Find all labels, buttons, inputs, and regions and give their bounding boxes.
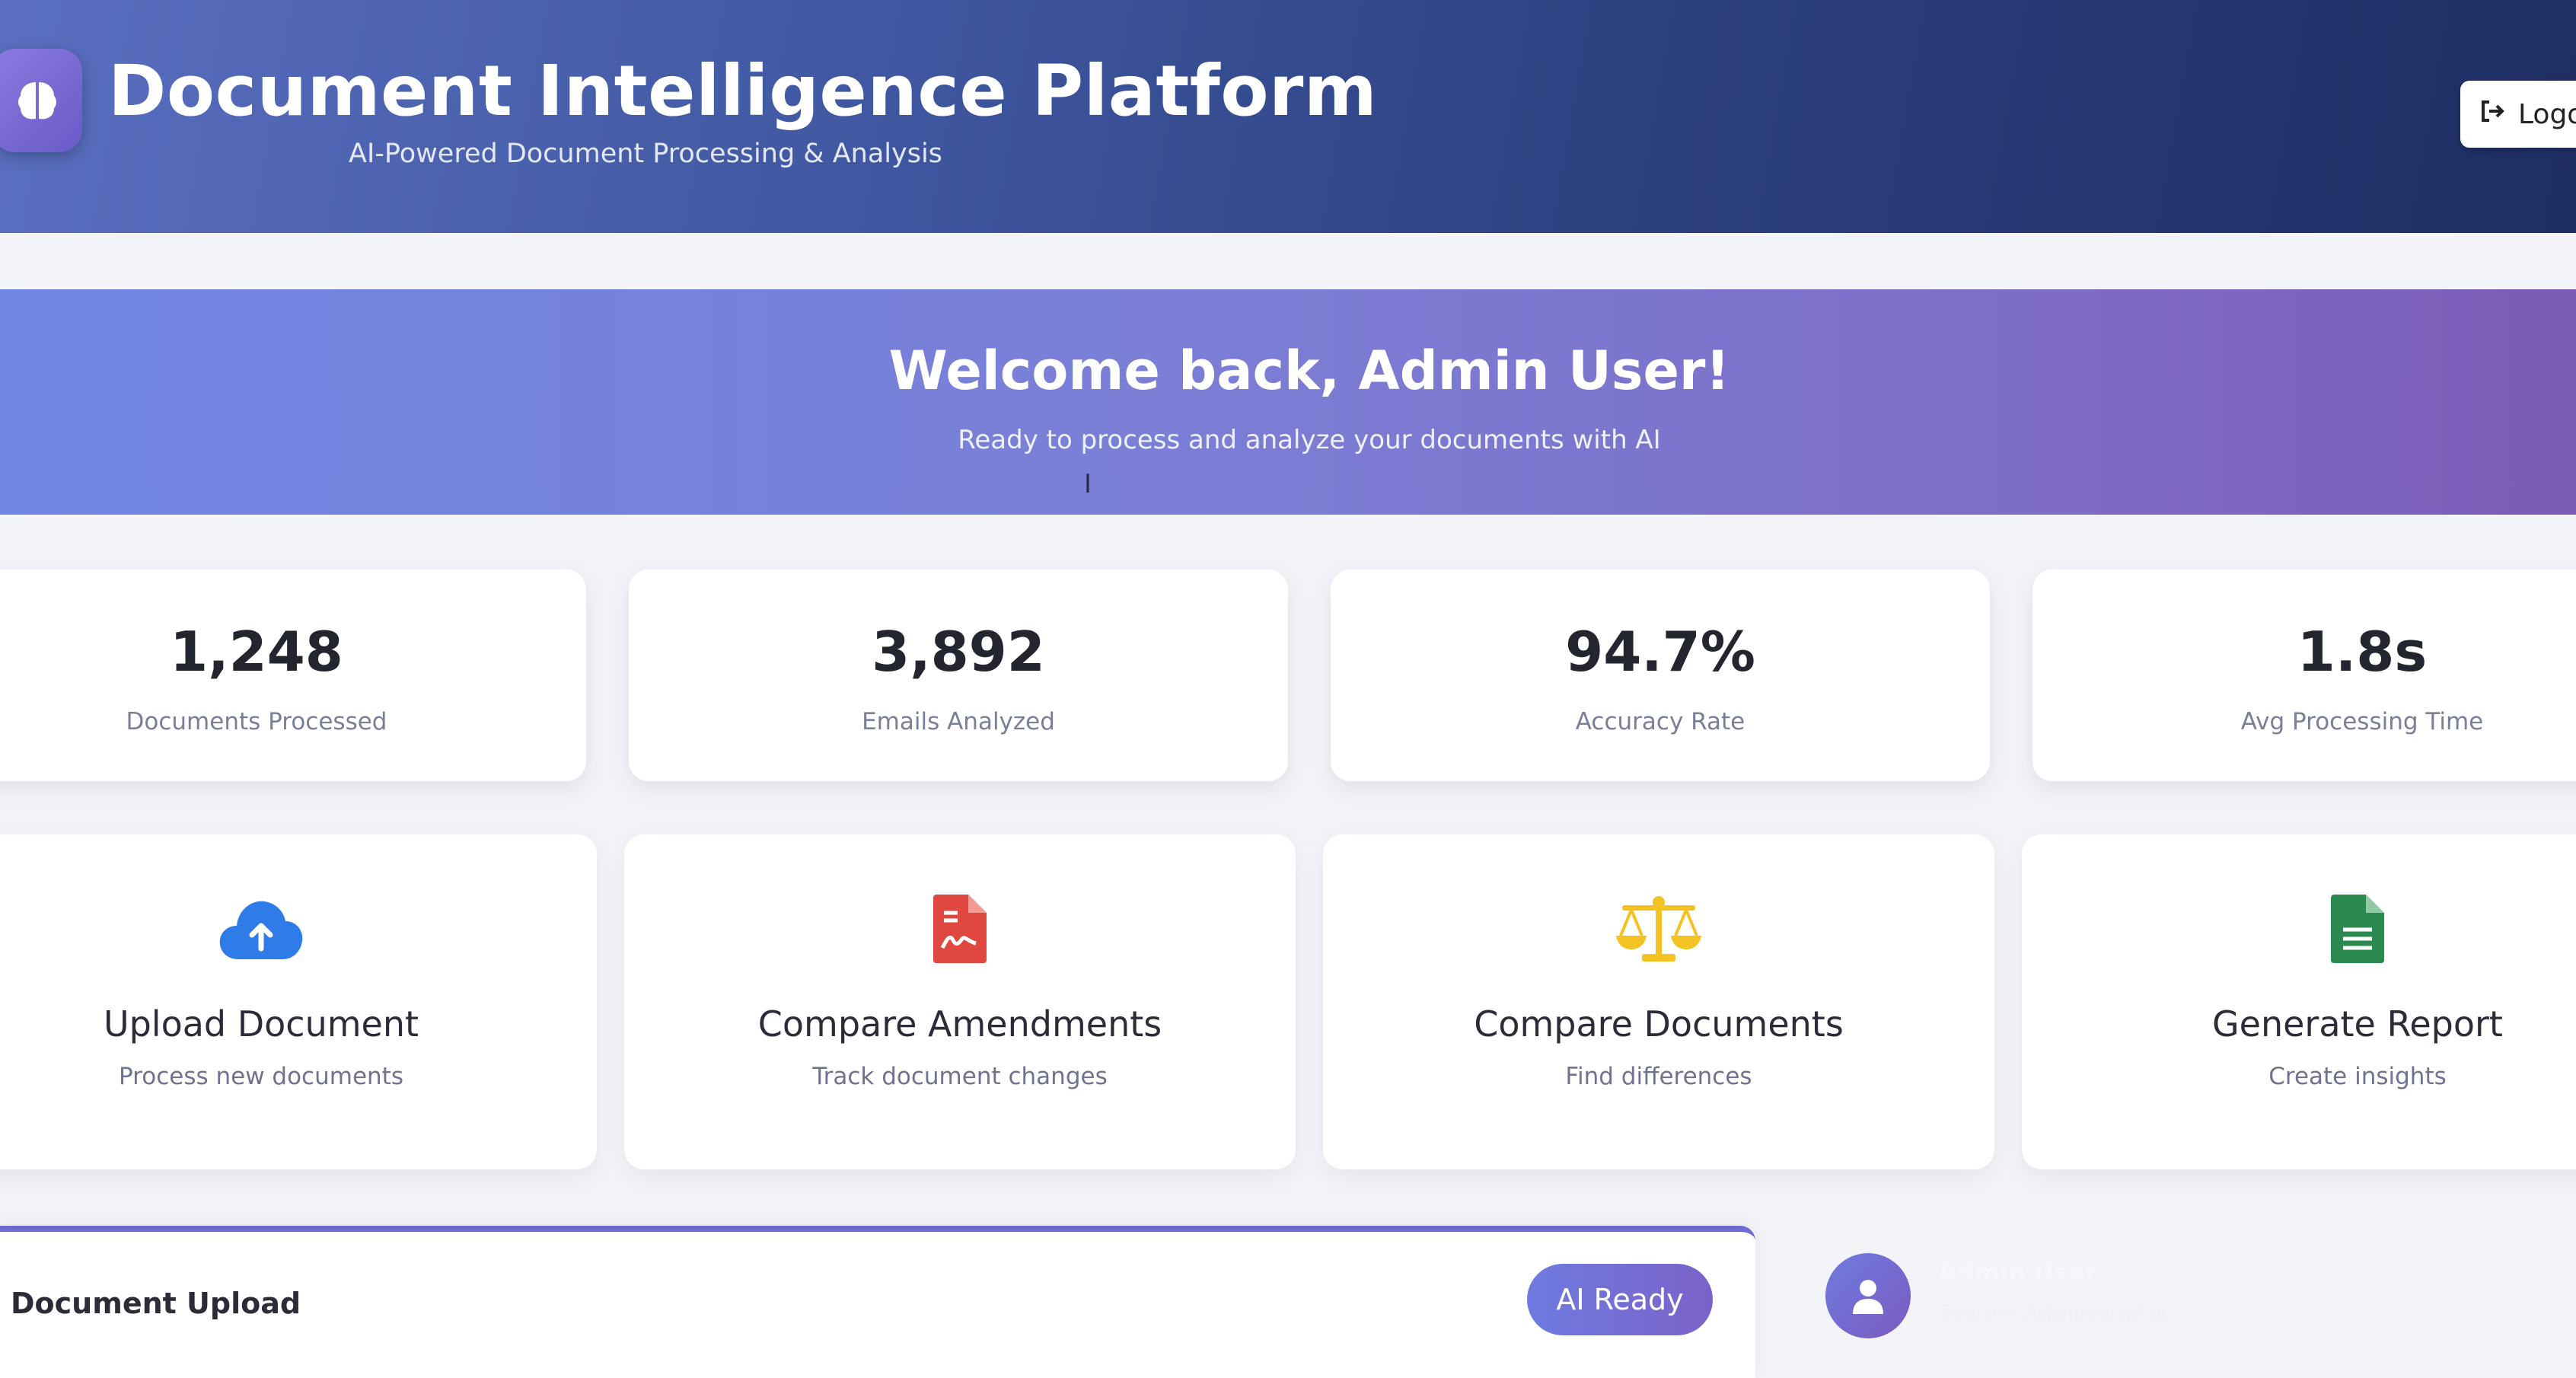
action-subtitle: Track document changes <box>812 1063 1108 1090</box>
stat-label: Avg Processing Time <box>2240 708 2484 735</box>
action-title: Generate Report <box>2212 1003 2503 1045</box>
stat-card-emails: 3,892 Emails Analyzed <box>629 569 1288 781</box>
welcome-title: Welcome back, Admin User! <box>888 340 1730 402</box>
sign-out-icon <box>2480 99 2506 130</box>
user-avatar[interactable] <box>1825 1253 1911 1338</box>
stat-label: Emails Analyzed <box>862 708 1055 735</box>
upload-document-card[interactable]: Upload Document Process new documents <box>0 834 597 1169</box>
generate-report-card[interactable]: Generate Report Create insights <box>2022 834 2576 1169</box>
stat-value: 94.7% <box>1565 620 1755 684</box>
compare-amendments-card[interactable]: Compare Amendments Track document change… <box>624 834 1296 1169</box>
stat-value: 1.8s <box>2297 620 2428 684</box>
user-role: System Administrator <box>1938 1300 2170 1325</box>
stat-label: Accuracy Rate <box>1575 708 1745 735</box>
app-title: Document Intelligence Platform <box>108 50 1378 132</box>
text-cursor-icon: I <box>1084 469 1092 499</box>
stat-label: Documents Processed <box>126 708 387 735</box>
app-header: Document Intelligence Platform AI-Powere… <box>0 0 2576 233</box>
welcome-subtitle: Ready to process and analyze your docume… <box>958 425 1661 455</box>
action-title: Compare Documents <box>1474 1003 1844 1045</box>
upload-panel-title: Document Upload <box>11 1287 301 1320</box>
stat-value: 1,248 <box>170 620 343 684</box>
logout-button[interactable]: Logout <box>2460 81 2576 148</box>
app-subtitle: AI-Powered Document Processing & Analysi… <box>349 139 942 169</box>
logout-label: Logout <box>2518 98 2576 130</box>
stat-value: 3,892 <box>872 620 1045 684</box>
pdf-file-icon <box>914 889 1006 968</box>
action-title: Upload Document <box>103 1003 419 1045</box>
action-title: Compare Amendments <box>757 1003 1162 1045</box>
balance-scale-icon <box>1613 889 1704 968</box>
cloud-upload-icon <box>215 889 307 968</box>
welcome-banner <box>0 289 2576 515</box>
stat-card-accuracy: 94.7% Accuracy Rate <box>1331 569 1990 781</box>
stat-card-documents: 1,248 Documents Processed <box>0 569 586 781</box>
action-subtitle: Process new documents <box>119 1063 403 1090</box>
stat-card-processing-time: 1.8s Avg Processing Time <box>2032 569 2576 781</box>
action-subtitle: Create insights <box>2268 1063 2447 1090</box>
user-icon <box>1853 1280 1883 1314</box>
document-upload-panel: Document Upload AI Ready <box>0 1226 1755 1378</box>
compare-documents-card[interactable]: Compare Documents Find differences <box>1323 834 1994 1169</box>
action-subtitle: Find differences <box>1565 1063 1752 1090</box>
brain-icon <box>0 49 82 152</box>
ai-ready-badge: AI Ready <box>1527 1264 1713 1335</box>
user-name: Admin User <box>1938 1258 2097 1287</box>
file-report-icon <box>2312 889 2403 968</box>
